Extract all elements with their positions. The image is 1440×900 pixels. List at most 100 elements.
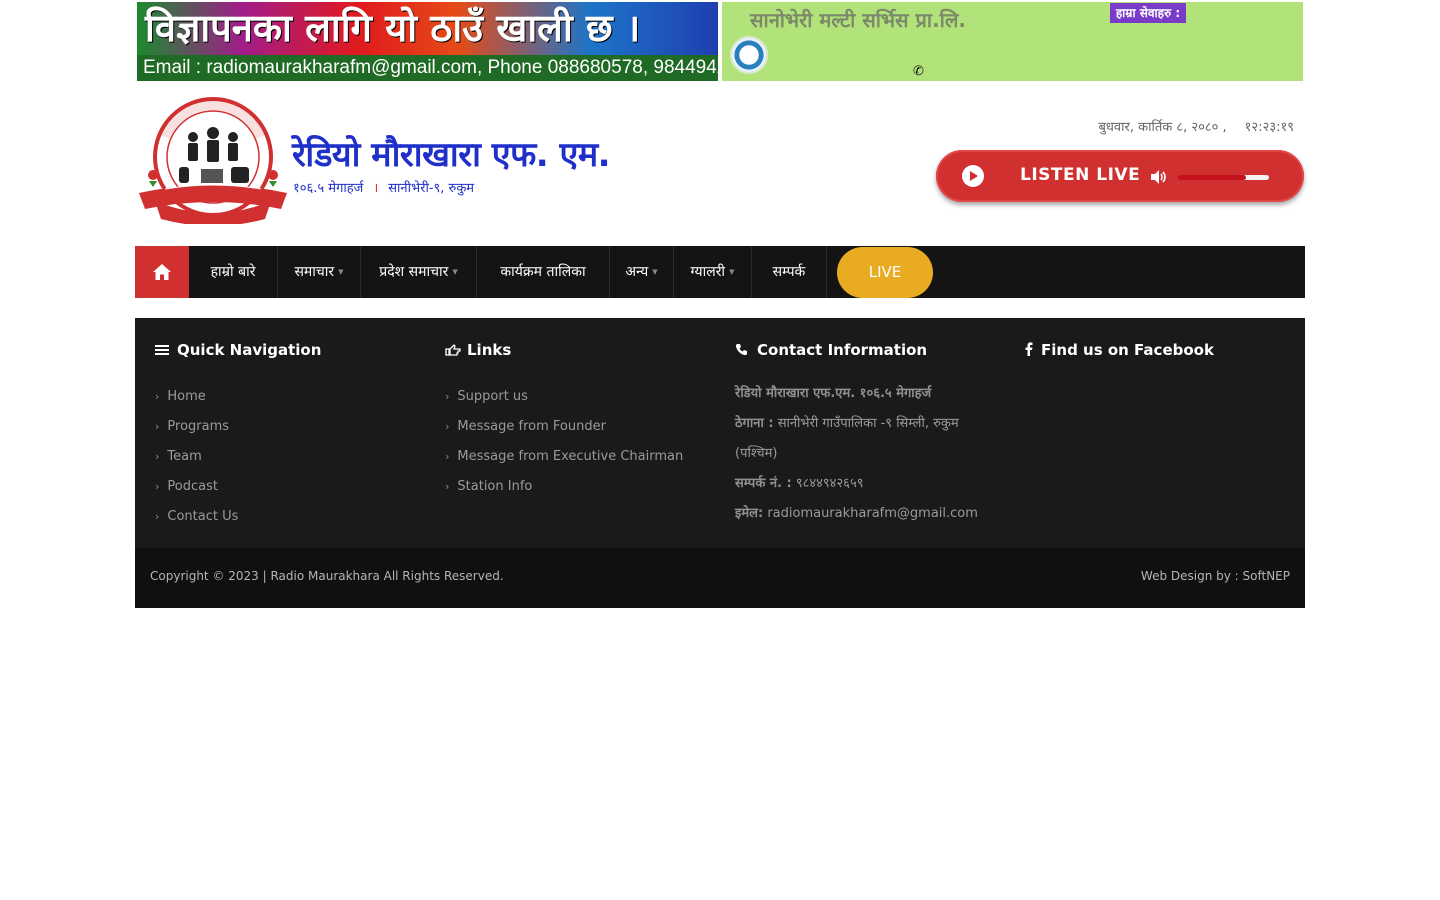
copyright-bar: Copyright © 2023 | Radio Maurakhara All … [135,548,1305,608]
ad-company-title: सानोभेरी मल्टी सर्भिस प्रा.लि. [750,8,967,32]
contact-station-name: रेडियो मौराखारा एफ.एम. १०६.५ मेगाहर्ज [735,379,1005,409]
nav-item-contact[interactable]: सम्पर्क [752,246,827,298]
hand-pointing-icon [445,341,461,361]
heading-text: Find us on Facebook [1041,341,1214,359]
email-value[interactable]: radiomaurakharafm@gmail.com [767,506,978,521]
chevron-right-icon: › [445,420,450,433]
main-navigation: हाम्रो बारे समाचार ▼ प्रदेश समाचार ▼ कार्य… [135,246,1305,298]
link-label: Station Info [457,479,533,494]
chevron-down-icon: ▼ [452,268,458,276]
volume-slider[interactable] [1177,175,1269,180]
link-label: Message from Executive Chairman [457,449,684,464]
footer-link-message-founder[interactable]: › Message from Founder [445,412,683,442]
site-title[interactable]: रेडियो मौराखारा एफ. एम. [292,130,611,176]
listen-live-label: LISTEN LIVE [1020,165,1141,185]
heading-text: Quick Navigation [177,341,322,359]
time-text: १२:२३:१९ [1244,120,1294,135]
web-design-credit[interactable]: Web Design by : SoftNEP [1141,569,1290,583]
contact-information-heading: Contact Information [735,340,1005,360]
phone-label: सम्पर्क नं. : [735,476,792,491]
nav-item-label: अन्य [625,264,649,280]
facebook-icon [1025,341,1035,361]
chevron-down-icon: ▼ [729,268,735,276]
quick-navigation-list: › Home › Programs › Team › Podcast › Contact … [155,382,321,532]
home-icon [153,264,171,280]
play-icon[interactable] [962,165,984,187]
footer-link-contact-us[interactable]: › Contact Us [155,502,321,532]
date-text: बुधवार, कार्तिक ८, २०८० , [1098,120,1227,135]
advertisement-banner-left[interactable]: विज्ञापनका लागि यो ठाउँ खाली छ । Email :… [137,2,718,81]
links-list: › Support us › Message from Founder › Messa… [445,382,683,502]
link-label: Message from Founder [457,419,606,434]
phone-icon: ✆ [913,64,924,79]
chevron-right-icon: › [445,450,450,463]
quick-navigation-heading: Quick Navigation [155,340,321,360]
link-label: Team [167,449,202,464]
link-label: Home [167,389,206,404]
links-heading: Links [445,340,683,360]
nav-item-label: हाम्रो बारे [210,264,256,280]
footer-link-message-chairman[interactable]: › Message from Executive Chairman [445,442,683,472]
nav-item-label: कार्यक्रम तालिका [500,264,586,280]
chevron-down-icon: ▼ [652,268,658,276]
link-label: Support us [457,389,528,404]
nav-item-province-news[interactable]: प्रदेश समाचार ▼ [361,246,477,298]
footer: Quick Navigation › Home › Programs › Team ›… [135,318,1305,548]
contact-phone: सम्पर्क नं. : ९८४४९४२६५९ [735,469,1005,499]
ad-logo [730,36,768,74]
footer-links: Links › Support us › Message from Founder … [445,340,683,502]
frequency-text: १०६.५ मेगाहर्ज [293,181,364,196]
heading-text: Links [467,341,512,359]
chevron-right-icon: › [445,390,450,403]
station-logo[interactable] [135,97,291,226]
logo-emblem-icon [139,97,287,226]
site-tagline: १०६.५ मेगाहर्ज । सानीभेरी-९, रुकुम [293,178,474,196]
advertisement-banner-right[interactable]: सानोभेरी मल्टी सर्भिस प्रा.लि. हाम्रा से… [722,2,1303,81]
tagline-separator: । [373,181,379,196]
phone-icon [735,341,751,361]
phone-value: ९८४४९४२६५९ [795,476,864,491]
footer-link-programs[interactable]: › Programs [155,412,321,442]
ad-headline: विज्ञापनका लागि यो ठाउँ खाली छ । [137,2,718,55]
footer-link-support-us[interactable]: › Support us [445,382,683,412]
copyright-text: Copyright © 2023 | Radio Maurakhara All … [150,569,504,583]
station-name-text: रेडियो मौराखारा एफ.एम. १०६.५ मेगाहर्ज [735,386,932,401]
nav-home-button[interactable] [135,246,189,298]
bars-icon [155,341,171,361]
nav-item-program-schedule[interactable]: कार्यक्रम तालिका [477,246,610,298]
footer-link-team[interactable]: › Team [155,442,321,472]
live-radio-player: LISTEN LIVE [936,150,1304,202]
footer-quick-navigation: Quick Navigation › Home › Programs › Team ›… [155,340,321,532]
nav-item-label: समाचार [294,264,335,280]
link-label: Podcast [167,479,218,494]
chevron-down-icon: ▼ [338,268,344,276]
heading-text: Contact Information [757,341,928,359]
email-label: इमेल: [735,506,764,521]
link-label: Programs [167,419,230,434]
nav-item-label: सम्पर्क [772,264,806,280]
nav-item-gallery[interactable]: ग्यालरी ▼ [674,246,752,298]
chevron-right-icon: › [155,450,160,463]
chevron-right-icon: › [155,420,160,433]
footer-link-station-info[interactable]: › Station Info [445,472,683,502]
nav-item-news[interactable]: समाचार ▼ [278,246,361,298]
chevron-right-icon: › [155,510,160,523]
live-button[interactable]: LIVE [837,247,933,298]
footer-facebook: Find us on Facebook [1025,340,1214,360]
footer-link-home[interactable]: › Home [155,382,321,412]
nav-item-others[interactable]: अन्य ▼ [610,246,674,298]
contact-email: इमेल: radiomaurakharafm@gmail.com [735,499,1005,529]
date-time-display: बुधवार, कार्तिक ८, २०८० , १२:२३:१९ [1099,117,1295,135]
nav-item-about[interactable]: हाम्रो बारे [189,246,278,298]
chevron-right-icon: › [155,390,160,403]
nav-item-label: ग्यालरी [690,264,726,280]
ad-services-tag: हाम्रा सेवाहरु : [1110,3,1186,23]
ad-contact-text: Email : radiomaurakharafm@gmail.com, Pho… [137,55,718,81]
nav-item-label: प्रदेश समाचार [379,264,449,280]
contact-details: रेडियो मौराखारा एफ.एम. १०६.५ मेगाहर्ज ठे… [735,379,1005,529]
contact-address: ठेगाना : सानीभेरी गाउँपालिका -९ सिम्ली, … [735,409,1005,469]
address-label: ठेगाना : [735,416,774,431]
volume-icon[interactable] [1150,169,1168,185]
footer-link-podcast[interactable]: › Podcast [155,472,321,502]
volume-slider-fill [1177,175,1246,180]
